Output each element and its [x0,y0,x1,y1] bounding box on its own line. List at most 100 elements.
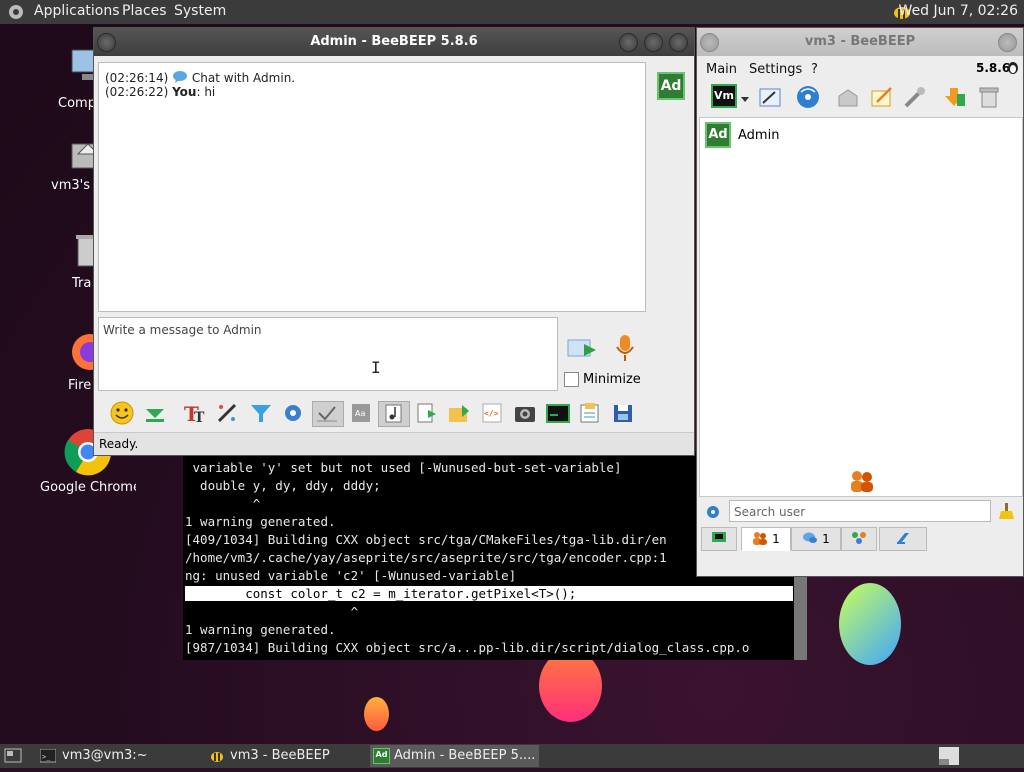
message-input-placeholder: Write a message to Admin [103,323,262,337]
terminal-line: variable 'y' set but not used [-Wunused-… [185,460,622,475]
status-bar: Ready. [94,432,694,455]
chat-bubble-icon [172,70,188,84]
clear-icon[interactable] [976,84,1002,110]
chat-message: (02:26:14) Chat with Admin. [105,70,295,85]
font-icon[interactable]: TT [182,401,208,426]
tab-users[interactable]: 1 [741,527,791,551]
profile-edit-icon[interactable] [757,84,783,110]
tab-shares[interactable] [879,527,927,551]
dictionary-icon[interactable]: Aa [348,401,374,425]
message-input[interactable]: Write a message to Admin I [98,317,558,391]
user-name: Admin [738,128,780,143]
svg-text:>_: >_ [42,753,51,761]
write-note-icon[interactable] [869,84,895,110]
terminal-small-icon: >_ [39,748,57,763]
menu-help[interactable]: ? [811,62,818,77]
message-broadcast-icon[interactable] [835,84,861,110]
plugins-icon[interactable] [902,84,928,110]
show-desktop-icon[interactable] [4,748,22,764]
terminal-icon[interactable] [545,401,571,425]
clear-search-icon[interactable] [997,502,1015,520]
settings-icon[interactable] [280,401,306,425]
window-menu-button[interactable] [97,33,116,52]
terminal-line: ng: unused variable 'c2' [-Wunused-varia… [185,568,517,583]
menu-system[interactable]: System [174,3,226,19]
send-file-icon[interactable] [414,401,440,425]
chevron-down-icon[interactable] [741,92,749,102]
save-chat-icon[interactable] [610,401,636,425]
chat-history[interactable]: (02:26:14) Chat with Admin. (02:26:22) Y… [98,62,646,312]
minimize-window-button[interactable] [619,33,638,52]
main-window-title: vm3 - BeeBEEP [804,34,916,49]
chat-window: Admin - BeeBEEP 5.8.6 (02:26:14) Chat wi… [93,27,695,456]
minimize-window-button[interactable] [998,33,1017,52]
clock[interactable]: Wed Jun 7, 02:26 [899,3,1018,19]
top-panel: Applications Places System Wed Jun 7, 02… [0,0,1024,24]
main-window-titlebar[interactable]: vm3 - BeeBEEP [697,28,1023,56]
task-label: vm3@vm3:~ [62,748,148,763]
svg-text:Aa: Aa [355,409,365,418]
terminal-line: ^ [185,496,261,511]
music-note-icon[interactable] [378,401,410,427]
notes-icon[interactable] [577,401,603,425]
send-message-button[interactable] [566,334,598,362]
taskbar-item-terminal[interactable]: >_ vm3@vm3:~ [38,745,212,767]
tab-users-count: 1 [772,532,780,546]
linux-icon [1007,60,1019,74]
panel-start-icon[interactable] [8,4,24,20]
menu-applications[interactable]: Applications [34,3,120,19]
filter-icon[interactable] [248,401,274,425]
code-icon[interactable]: </> [479,401,505,425]
terminal-line: 1 warning generated. [185,514,336,529]
expand-icon[interactable] [142,401,168,425]
terminal-line: [987/1034] Building CXX object src/a...p… [185,640,750,655]
workspace-switcher-icon[interactable] [938,746,960,766]
taskbar-item-beebeep[interactable]: vm3 - BeeBEEP [206,745,380,767]
user-avatar: Ad [705,122,731,148]
chat-message: (02:26:22) You: hi [105,85,215,99]
taskbar-item-admin-chat[interactable]: Ad Admin - BeeBEEP 5.... [370,745,539,767]
font-color-icon[interactable] [215,401,241,425]
shares-icon [895,530,911,544]
maximize-window-button[interactable] [644,33,663,52]
screenshot-icon[interactable] [512,401,538,425]
voice-message-button[interactable] [614,333,636,363]
task-label: vm3 - BeeBEEP [230,748,330,763]
tab-groups[interactable] [841,527,877,551]
minimize-checkbox[interactable] [564,372,579,387]
update-icon[interactable] [942,84,968,110]
desktop-icon-label: Google Chrome [40,480,136,495]
close-window-button[interactable] [669,33,688,52]
tab-chats[interactable]: 1 [791,527,841,551]
network-icon[interactable] [795,84,821,110]
minimize-label[interactable]: Minimize [583,372,641,387]
terminal-line: /home/vm3/.cache/yay/aseprite/src/asepri… [185,550,667,565]
send-folder-icon[interactable] [446,401,472,425]
computer-small-icon [712,529,726,542]
user-list[interactable]: Ad Admin [699,117,1023,497]
terminal-line-highlighted: const color_t c2 = m_iterator.getPixel<T… [185,586,793,601]
version-label: 5.8.6 [976,61,1011,75]
users-icon [752,530,768,545]
status-text: Ready. [99,437,139,451]
emoticon-icon[interactable] [109,401,135,425]
terminal-line: double y, dy, ddy, dddy; [185,478,381,493]
decorative-blob-orange [364,697,389,731]
window-menu-button[interactable] [700,33,719,52]
spell-check-icon[interactable] [312,401,344,427]
tab-users-small[interactable] [701,527,737,551]
search-placeholder: Search user [734,505,806,519]
search-settings-icon[interactable] [705,504,721,520]
menu-settings[interactable]: Settings [749,62,802,77]
user-list-item[interactable]: Ad Admin [705,122,1005,150]
status-vm-button[interactable]: Vm [711,84,737,108]
decorative-blob-green [839,583,901,665]
chat-user-avatar[interactable]: Ad [657,72,685,100]
search-user-input[interactable]: Search user [729,500,991,522]
decorative-blob-pink [539,650,602,722]
terminal-line: [409/1034] Building CXX object src/tga/C… [185,532,667,547]
bee-icon [209,748,225,764]
chat-window-titlebar[interactable]: Admin - BeeBEEP 5.8.6 [94,28,694,56]
menu-main[interactable]: Main [706,62,737,77]
menu-places[interactable]: Places [122,3,167,19]
